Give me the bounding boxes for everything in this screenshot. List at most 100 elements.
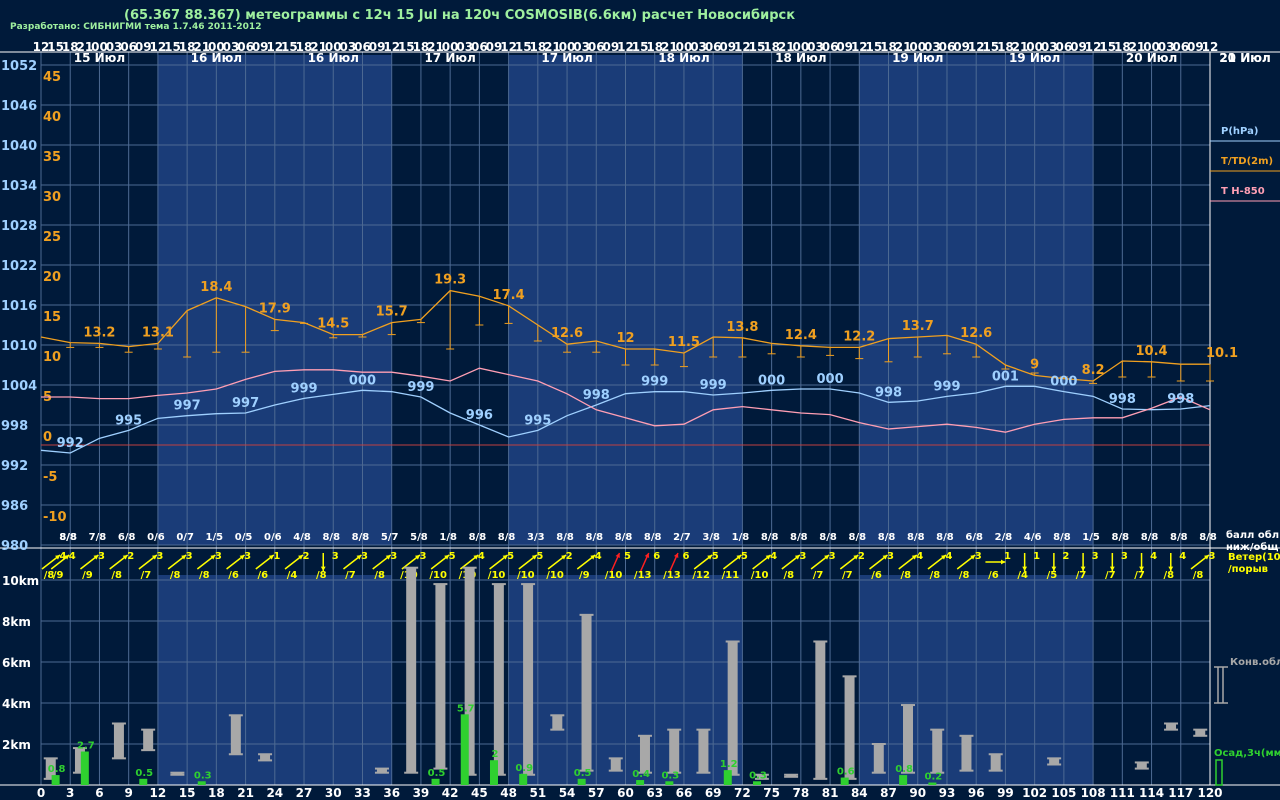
precip-bar <box>899 775 908 785</box>
precip-bar <box>636 780 645 785</box>
cloud-bar <box>143 729 154 751</box>
pressure-tick-label: 1040 <box>1 139 37 154</box>
wind-speed-label: 2 <box>566 551 573 562</box>
wind-speed-label: 3 <box>799 551 806 562</box>
cloud-cover-label: 5/8 <box>410 532 428 543</box>
wind-speed-label: 4 <box>1179 551 1186 562</box>
pressure-value-label: 998 <box>1167 392 1194 407</box>
legend-label: T H-850 <box>1221 186 1265 197</box>
temperature-value-label: 14.5 <box>317 317 349 332</box>
lead-hour-label: 33 <box>354 786 371 800</box>
cloud-cover-label: 8/8 <box>761 532 779 543</box>
temperature-value-label: 15.7 <box>376 305 408 320</box>
lead-hour-label: 36 <box>383 786 400 800</box>
pressure-value-label: 999 <box>290 381 317 396</box>
lead-hour-label: 57 <box>588 786 605 800</box>
lead-hour-label: 45 <box>471 786 488 800</box>
wind-speed-label: 4 <box>770 551 777 562</box>
wind-gust-label: /8 <box>199 570 210 581</box>
cloud-bar <box>932 729 943 773</box>
cloud-bar <box>406 567 417 773</box>
cloud-cover-label: 8/8 <box>352 532 370 543</box>
cloud-cover-label: 7/8 <box>89 532 107 543</box>
precip-bar <box>80 751 89 785</box>
wind-gust-label: /8 <box>1193 570 1204 581</box>
wind-gust-label: /4 <box>287 570 298 581</box>
cloud-height-tick-label: 10km <box>2 574 39 588</box>
lead-hour-label: 99 <box>997 786 1014 800</box>
precip-value-label: 0.4 <box>632 769 650 780</box>
cloud-height-tick-label: 2km <box>2 738 31 752</box>
wind-speed-label: 3 <box>1121 551 1128 562</box>
temperature-value-label: 13.8 <box>726 320 758 335</box>
wind-title: Ветер(10м) <box>1228 552 1280 563</box>
precip-value-label: 0.2 <box>925 772 943 783</box>
lead-hour-label: 72 <box>734 786 751 800</box>
pressure-tick-label: 986 <box>1 499 28 514</box>
wind-speed-label: 2 <box>127 551 134 562</box>
cloud-cover-label: 8/8 <box>819 532 837 543</box>
cloud-cover-label: 0/6 <box>264 532 282 543</box>
cloud-cover-label: 8/8 <box>849 532 867 543</box>
pressure-value-label: 000 <box>758 373 785 388</box>
cloud-bar <box>961 735 972 771</box>
pressure-tick-label: 1046 <box>1 99 37 114</box>
wind-gust-label: /5 <box>1047 570 1058 581</box>
pressure-value-label: 997 <box>174 399 201 414</box>
wind-speed-label: 3 <box>887 551 894 562</box>
wind-gust-label: /7 <box>141 570 152 581</box>
credit-text: Разработано: СИБНИГМИ тема 1.7.46 2011-2… <box>10 22 262 32</box>
temperature-value-label: 13.2 <box>83 325 115 340</box>
lead-hour-label: 93 <box>939 786 956 800</box>
wind-gust-label: /13 <box>634 570 652 581</box>
precip-value-label: 0.9 <box>515 763 533 774</box>
wind-speed-label: 5 <box>507 551 514 562</box>
cloud-cover-label: 3/8 <box>702 532 720 543</box>
cloud-cover-label: 8/8 <box>556 532 574 543</box>
precip-value-label: 0.3 <box>661 770 679 781</box>
precip-value-label: 2.7 <box>77 741 95 752</box>
pressure-value-label: 998 <box>583 388 610 403</box>
cloud-cover-label: 6/8 <box>965 532 983 543</box>
cloud-cover-label: 0/5 <box>235 532 253 543</box>
wind-speed-label: 2 <box>858 551 865 562</box>
wind-speed-label: 1 <box>1033 551 1040 562</box>
precip-value-label: 0.8 <box>895 764 913 775</box>
precip-value-label: 1.2 <box>720 759 738 770</box>
lead-hour-label: 15 <box>179 786 196 800</box>
wind-speed-label: 4 <box>916 551 923 562</box>
lead-hour-label: 108 <box>1081 786 1106 800</box>
cloud-cover-label: 8/8 <box>498 532 516 543</box>
page-title: (65.367 88.367) метеограммы с 12ч 15 Jul… <box>124 8 796 23</box>
lead-hour-label: 87 <box>880 786 897 800</box>
cloud-height-tick-label: 6km <box>2 656 31 670</box>
date-label: 18 Июл <box>775 51 826 65</box>
precip-bar <box>197 781 206 785</box>
temperature-tick-label: 0 <box>43 430 52 445</box>
lead-hour-label: 111 <box>1110 786 1135 800</box>
lead-hour-label: 48 <box>500 786 517 800</box>
date-label: 17 Июл <box>541 51 592 65</box>
cloud-cover-label: 8/8 <box>907 532 925 543</box>
date-label: 20 Июл <box>1126 51 1177 65</box>
wind-speed-label: 5 <box>741 551 748 562</box>
cloud-cover-label: 8/8 <box>322 532 340 543</box>
cloud-cover-label: 1/8 <box>439 532 457 543</box>
temperature-tick-label: 25 <box>43 230 61 245</box>
wind-gust-label: /8 <box>111 570 122 581</box>
wind-gust-label: /7 <box>813 570 824 581</box>
cloud-cover-label: 8/8 <box>1112 532 1130 543</box>
cloud-cover-label: 8/8 <box>790 532 808 543</box>
temperature-tick-label: 15 <box>43 310 61 325</box>
wind-speed-label: 5 <box>624 551 631 562</box>
lead-hour-label: 18 <box>208 786 225 800</box>
date-label: 18 Июл <box>658 51 709 65</box>
wind-speed-label: 1 <box>273 551 280 562</box>
cloud-cover-label: 8/8 <box>469 532 487 543</box>
precip-value-label: 2 <box>492 749 499 760</box>
cloud-cover-label: 0/6 <box>147 532 165 543</box>
pressure-value-label: 998 <box>875 385 902 400</box>
wind-gust-label: /10 <box>488 570 506 581</box>
wind-speed-label: 4 <box>595 551 602 562</box>
precip-value-label: 0.6 <box>837 767 855 778</box>
